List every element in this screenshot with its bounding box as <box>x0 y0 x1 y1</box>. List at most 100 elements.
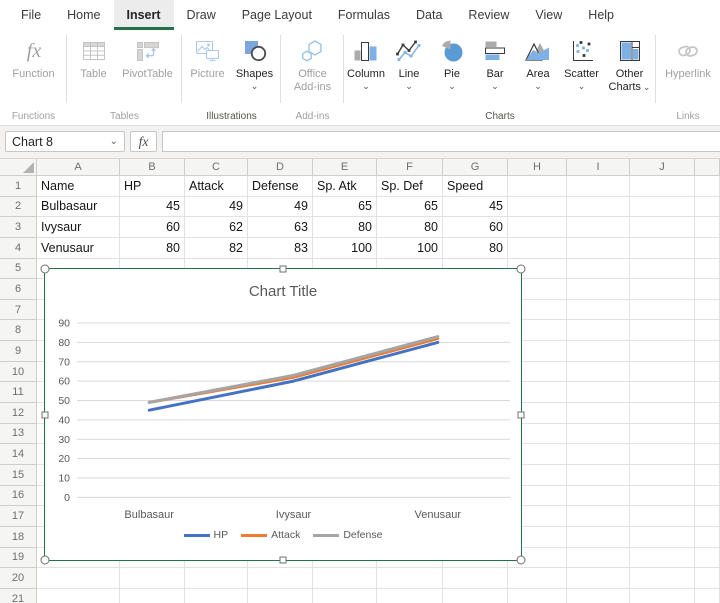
cell-I1[interactable] <box>567 176 630 197</box>
column-header-B[interactable]: B <box>120 159 185 176</box>
cell-H2[interactable] <box>508 197 567 218</box>
cell-I16[interactable] <box>567 486 630 507</box>
row-header-15[interactable]: 15 <box>0 465 37 486</box>
cell-K8[interactable] <box>695 320 720 341</box>
cell-J6[interactable] <box>630 279 695 300</box>
column-header-D[interactable]: D <box>248 159 313 176</box>
tab-view[interactable]: View <box>522 0 575 30</box>
row-header-5[interactable]: 5 <box>0 259 37 280</box>
tab-home[interactable]: Home <box>54 0 113 30</box>
cell-K18[interactable] <box>695 527 720 548</box>
cell-K12[interactable] <box>695 403 720 424</box>
cell-K20[interactable] <box>695 568 720 589</box>
row-header-1[interactable]: 1 <box>0 176 37 197</box>
tab-page-layout[interactable]: Page Layout <box>229 0 325 30</box>
tab-review[interactable]: Review <box>455 0 522 30</box>
cell-I10[interactable] <box>567 362 630 383</box>
cell-F1[interactable]: Sp. Def <box>377 176 443 197</box>
select-all-corner[interactable] <box>0 159 37 176</box>
cell-I9[interactable] <box>567 341 630 362</box>
name-box[interactable]: Chart 8 ⌄ <box>5 131 125 152</box>
cell-B4[interactable]: 80 <box>120 238 185 259</box>
cell-A1[interactable]: Name <box>37 176 120 197</box>
cell-H4[interactable] <box>508 238 567 259</box>
cell-G20[interactable] <box>443 568 508 589</box>
column-header-partial[interactable] <box>695 159 720 176</box>
cell-D20[interactable] <box>248 568 313 589</box>
cell-K9[interactable] <box>695 341 720 362</box>
cell-J9[interactable] <box>630 341 695 362</box>
formula-input[interactable] <box>162 131 720 152</box>
cell-J17[interactable] <box>630 506 695 527</box>
cell-J13[interactable] <box>630 424 695 445</box>
cell-G21[interactable] <box>443 589 508 603</box>
cell-G1[interactable]: Speed <box>443 176 508 197</box>
cell-J8[interactable] <box>630 320 695 341</box>
cell-E21[interactable] <box>313 589 377 603</box>
cell-I19[interactable] <box>567 548 630 569</box>
cell-K11[interactable] <box>695 382 720 403</box>
area-button[interactable]: Area⌄ <box>517 36 560 90</box>
cell-K2[interactable] <box>695 197 720 218</box>
cell-H1[interactable] <box>508 176 567 197</box>
cell-F3[interactable]: 80 <box>377 217 443 238</box>
cell-I6[interactable] <box>567 279 630 300</box>
chart-resize-handle[interactable] <box>280 557 287 564</box>
cell-K15[interactable] <box>695 465 720 486</box>
cell-I17[interactable] <box>567 506 630 527</box>
cell-B1[interactable]: HP <box>120 176 185 197</box>
cell-K7[interactable] <box>695 300 720 321</box>
row-header-18[interactable]: 18 <box>0 527 37 548</box>
cell-D2[interactable]: 49 <box>248 197 313 218</box>
cell-J5[interactable] <box>630 259 695 280</box>
column-header-I[interactable]: I <box>567 159 630 176</box>
cell-F20[interactable] <box>377 568 443 589</box>
bar-button[interactable]: Bar⌄ <box>474 36 517 90</box>
cell-G4[interactable]: 80 <box>443 238 508 259</box>
chart-resize-handle[interactable] <box>518 411 525 418</box>
cell-I8[interactable] <box>567 320 630 341</box>
cell-J3[interactable] <box>630 217 695 238</box>
cell-B3[interactable]: 60 <box>120 217 185 238</box>
cell-J12[interactable] <box>630 403 695 424</box>
cell-K3[interactable] <box>695 217 720 238</box>
column-header-E[interactable]: E <box>313 159 377 176</box>
cell-K13[interactable] <box>695 424 720 445</box>
tab-draw[interactable]: Draw <box>174 0 229 30</box>
cell-I20[interactable] <box>567 568 630 589</box>
cell-C1[interactable]: Attack <box>185 176 248 197</box>
cell-K14[interactable] <box>695 444 720 465</box>
cell-J4[interactable] <box>630 238 695 259</box>
legend-item-defense[interactable]: Defense <box>313 529 382 541</box>
cell-F21[interactable] <box>377 589 443 603</box>
cell-I11[interactable] <box>567 382 630 403</box>
cell-E1[interactable]: Sp. Atk <box>313 176 377 197</box>
row-header-11[interactable]: 11 <box>0 382 37 403</box>
chart-resize-handle[interactable] <box>41 265 50 274</box>
cell-C20[interactable] <box>185 568 248 589</box>
chart-resize-handle[interactable] <box>42 411 49 418</box>
cell-C2[interactable]: 49 <box>185 197 248 218</box>
cell-C21[interactable] <box>185 589 248 603</box>
tab-data[interactable]: Data <box>403 0 455 30</box>
cell-H20[interactable] <box>508 568 567 589</box>
shapes-button[interactable]: Shapes⌄ <box>231 36 279 90</box>
cell-J20[interactable] <box>630 568 695 589</box>
cell-I14[interactable] <box>567 444 630 465</box>
cell-E2[interactable]: 65 <box>313 197 377 218</box>
cell-D1[interactable]: Defense <box>248 176 313 197</box>
column-header-J[interactable]: J <box>630 159 695 176</box>
cell-B2[interactable]: 45 <box>120 197 185 218</box>
column-header-G[interactable]: G <box>443 159 508 176</box>
cell-A3[interactable]: Ivysaur <box>37 217 120 238</box>
cell-I21[interactable] <box>567 589 630 603</box>
legend-item-hp[interactable]: HP <box>184 529 229 541</box>
embedded-chart[interactable]: Chart Title 0102030405060708090Bulbasaur… <box>44 268 522 561</box>
cell-I5[interactable] <box>567 259 630 280</box>
cell-C4[interactable]: 82 <box>185 238 248 259</box>
cell-F4[interactable]: 100 <box>377 238 443 259</box>
row-header-10[interactable]: 10 <box>0 362 37 383</box>
cell-K10[interactable] <box>695 362 720 383</box>
row-header-21[interactable]: 21 <box>0 589 37 603</box>
cell-E3[interactable]: 80 <box>313 217 377 238</box>
